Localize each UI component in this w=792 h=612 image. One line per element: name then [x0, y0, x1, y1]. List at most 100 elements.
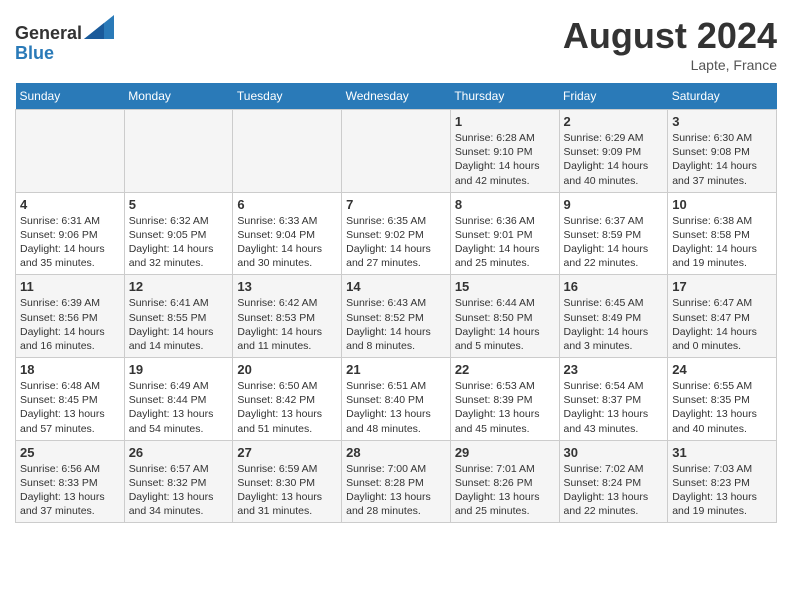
day-number: 23	[564, 362, 664, 377]
month-title: August 2024	[563, 15, 777, 57]
calendar-cell: 6 Sunrise: 6:33 AMSunset: 9:04 PMDaylight…	[233, 192, 342, 275]
day-info: Sunrise: 6:42 AMSunset: 8:53 PMDaylight:…	[237, 296, 337, 353]
calendar-cell: 23Sunrise: 6:54 AMSunset: 8:37 PMDayligh…	[559, 358, 668, 441]
day-number: 3	[672, 114, 772, 129]
calendar-week-row: 4Sunrise: 6:31 AMSunset: 9:06 PMDaylight…	[16, 192, 777, 275]
calendar-cell: 11 Sunrise: 6:39 AMSunset: 8:56 PMDayligh…	[16, 275, 125, 358]
day-info: Sunrise: 7:01 AMSunset: 8:26 PMDaylight:…	[455, 462, 555, 519]
logo-general: General	[15, 23, 82, 43]
day-number: 22	[455, 362, 555, 377]
day-info: Sunrise: 7:00 AMSunset: 8:28 PMDaylight:…	[346, 462, 446, 519]
day-info: Sunrise: 6:47 AMSunset: 8:47 PMDaylight:…	[672, 296, 772, 353]
calendar-cell: 22 Sunrise: 6:53 AMSunset: 8:39 PMDayligh…	[450, 358, 559, 441]
day-info: Sunrise: 6:38 AMSunset: 8:58 PMDaylight:…	[672, 214, 772, 271]
column-header-sunday: Sunday	[16, 83, 125, 110]
day-info: Sunrise: 6:39 AMSunset: 8:56 PMDaylight:…	[20, 296, 120, 353]
day-number: 25	[20, 445, 120, 460]
day-info: Sunrise: 6:28 AMSunset: 9:10 PMDaylight:…	[455, 131, 555, 188]
logo-blue: Blue	[15, 43, 54, 63]
calendar-cell: 13Sunrise: 6:42 AMSunset: 8:53 PMDayligh…	[233, 275, 342, 358]
day-number: 6	[237, 197, 337, 212]
day-number: 20	[237, 362, 337, 377]
calendar-cell	[233, 110, 342, 193]
calendar-cell: 21Sunrise: 6:51 AMSunset: 8:40 PMDayligh…	[342, 358, 451, 441]
day-number: 7	[346, 197, 446, 212]
calendar-cell: 24 Sunrise: 6:55 AMSunset: 8:35 PMDayligh…	[668, 358, 777, 441]
day-info: Sunrise: 6:43 AMSunset: 8:52 PMDaylight:…	[346, 296, 446, 353]
calendar-cell: 29 Sunrise: 7:01 AMSunset: 8:26 PMDayligh…	[450, 440, 559, 523]
day-number: 9	[564, 197, 664, 212]
day-number: 27	[237, 445, 337, 460]
page-header: General Blue August 2024 Lapte, France	[15, 15, 777, 73]
day-info: Sunrise: 6:59 AMSunset: 8:30 PMDaylight:…	[237, 462, 337, 519]
day-number: 8	[455, 197, 555, 212]
calendar-cell: 2 Sunrise: 6:29 AMSunset: 9:09 PMDaylight…	[559, 110, 668, 193]
calendar-cell: 18 Sunrise: 6:48 AMSunset: 8:45 PMDayligh…	[16, 358, 125, 441]
logo-icon	[84, 15, 114, 39]
column-header-monday: Monday	[124, 83, 233, 110]
day-info: Sunrise: 6:31 AMSunset: 9:06 PMDaylight:…	[20, 214, 120, 271]
calendar-cell: 15Sunrise: 6:44 AMSunset: 8:50 PMDayligh…	[450, 275, 559, 358]
day-number: 2	[564, 114, 664, 129]
day-number: 18	[20, 362, 120, 377]
day-number: 26	[129, 445, 229, 460]
day-info: Sunrise: 6:57 AMSunset: 8:32 PMDaylight:…	[129, 462, 229, 519]
day-number: 11	[20, 279, 120, 294]
day-info: Sunrise: 6:33 AMSunset: 9:04 PMDaylight:…	[237, 214, 337, 271]
day-number: 16	[564, 279, 664, 294]
calendar-cell	[342, 110, 451, 193]
day-info: Sunrise: 6:36 AMSunset: 9:01 PMDaylight:…	[455, 214, 555, 271]
day-info: Sunrise: 6:29 AMSunset: 9:09 PMDaylight:…	[564, 131, 664, 188]
day-info: Sunrise: 6:56 AMSunset: 8:33 PMDaylight:…	[20, 462, 120, 519]
column-header-tuesday: Tuesday	[233, 83, 342, 110]
day-number: 12	[129, 279, 229, 294]
day-number: 5	[129, 197, 229, 212]
calendar-cell: 26 Sunrise: 6:57 AMSunset: 8:32 PMDayligh…	[124, 440, 233, 523]
calendar-header-row: SundayMondayTuesdayWednesdayThursdayFrid…	[16, 83, 777, 110]
day-number: 29	[455, 445, 555, 460]
day-info: Sunrise: 6:35 AMSunset: 9:02 PMDaylight:…	[346, 214, 446, 271]
location-subtitle: Lapte, France	[563, 57, 777, 73]
day-info: Sunrise: 6:41 AMSunset: 8:55 PMDaylight:…	[129, 296, 229, 353]
day-number: 19	[129, 362, 229, 377]
calendar-cell: 7 Sunrise: 6:35 AMSunset: 9:02 PMDaylight…	[342, 192, 451, 275]
calendar-cell: 25 Sunrise: 6:56 AMSunset: 8:33 PMDayligh…	[16, 440, 125, 523]
calendar-cell: 31Sunrise: 7:03 AMSunset: 8:23 PMDayligh…	[668, 440, 777, 523]
calendar-cell: 17 Sunrise: 6:47 AMSunset: 8:47 PMDayligh…	[668, 275, 777, 358]
day-info: Sunrise: 7:03 AMSunset: 8:23 PMDaylight:…	[672, 462, 772, 519]
day-number: 14	[346, 279, 446, 294]
calendar-cell: 10Sunrise: 6:38 AMSunset: 8:58 PMDayligh…	[668, 192, 777, 275]
day-number: 24	[672, 362, 772, 377]
day-info: Sunrise: 6:55 AMSunset: 8:35 PMDaylight:…	[672, 379, 772, 436]
day-info: Sunrise: 7:02 AMSunset: 8:24 PMDaylight:…	[564, 462, 664, 519]
calendar-cell: 30 Sunrise: 7:02 AMSunset: 8:24 PMDayligh…	[559, 440, 668, 523]
calendar-week-row: 25 Sunrise: 6:56 AMSunset: 8:33 PMDayligh…	[16, 440, 777, 523]
day-number: 1	[455, 114, 555, 129]
day-info: Sunrise: 6:50 AMSunset: 8:42 PMDaylight:…	[237, 379, 337, 436]
calendar-week-row: 18 Sunrise: 6:48 AMSunset: 8:45 PMDayligh…	[16, 358, 777, 441]
column-header-thursday: Thursday	[450, 83, 559, 110]
day-info: Sunrise: 6:37 AMSunset: 8:59 PMDaylight:…	[564, 214, 664, 271]
title-area: August 2024 Lapte, France	[563, 15, 777, 73]
calendar-cell: 16 Sunrise: 6:45 AMSunset: 8:49 PMDayligh…	[559, 275, 668, 358]
calendar-cell: 19 Sunrise: 6:49 AMSunset: 8:44 PMDayligh…	[124, 358, 233, 441]
column-header-wednesday: Wednesday	[342, 83, 451, 110]
calendar-cell: 8 Sunrise: 6:36 AMSunset: 9:01 PMDaylight…	[450, 192, 559, 275]
calendar-cell: 5Sunrise: 6:32 AMSunset: 9:05 PMDaylight…	[124, 192, 233, 275]
calendar-week-row: 1 Sunrise: 6:28 AMSunset: 9:10 PMDaylight…	[16, 110, 777, 193]
calendar-cell: 4Sunrise: 6:31 AMSunset: 9:06 PMDaylight…	[16, 192, 125, 275]
day-info: Sunrise: 6:48 AMSunset: 8:45 PMDaylight:…	[20, 379, 120, 436]
day-number: 30	[564, 445, 664, 460]
day-info: Sunrise: 6:30 AMSunset: 9:08 PMDaylight:…	[672, 131, 772, 188]
column-header-friday: Friday	[559, 83, 668, 110]
day-info: Sunrise: 6:44 AMSunset: 8:50 PMDaylight:…	[455, 296, 555, 353]
calendar-cell: 3 Sunrise: 6:30 AMSunset: 9:08 PMDaylight…	[668, 110, 777, 193]
day-info: Sunrise: 6:53 AMSunset: 8:39 PMDaylight:…	[455, 379, 555, 436]
calendar-cell: 27 Sunrise: 6:59 AMSunset: 8:30 PMDayligh…	[233, 440, 342, 523]
day-info: Sunrise: 6:49 AMSunset: 8:44 PMDaylight:…	[129, 379, 229, 436]
day-number: 17	[672, 279, 772, 294]
calendar-cell: 28Sunrise: 7:00 AMSunset: 8:28 PMDayligh…	[342, 440, 451, 523]
calendar-cell	[16, 110, 125, 193]
column-header-saturday: Saturday	[668, 83, 777, 110]
day-info: Sunrise: 6:45 AMSunset: 8:49 PMDaylight:…	[564, 296, 664, 353]
